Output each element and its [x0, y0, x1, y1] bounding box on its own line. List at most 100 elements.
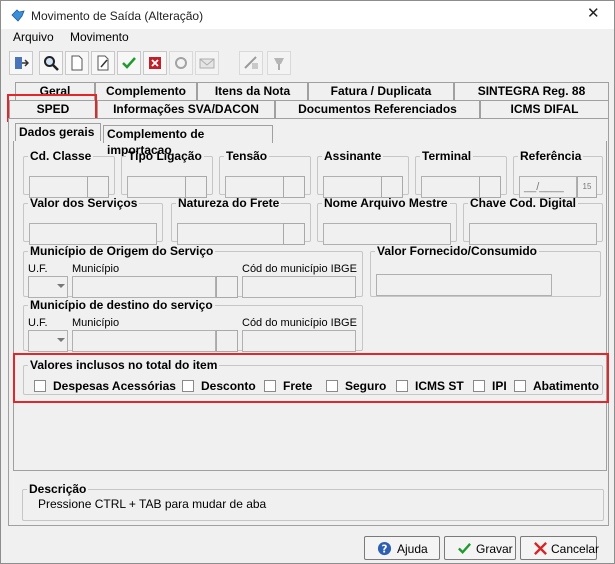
gravar-button[interactable]: Gravar: [444, 536, 516, 560]
email-button[interactable]: [195, 51, 219, 75]
confirm-button[interactable]: [117, 51, 141, 75]
label-assinante: Assinante: [324, 149, 382, 163]
group-municipio-destino: Município de destino do serviço U.F. Mun…: [23, 298, 363, 352]
tipo-ligacao-input[interactable]: [127, 176, 187, 198]
label-municipio-origem: Município de Origem do Serviço: [30, 244, 214, 258]
group-tipo-ligacao: Tipo Ligação: [121, 149, 213, 198]
uf-destino-select[interactable]: [28, 330, 68, 352]
search-icon: [44, 56, 59, 71]
assinante-input[interactable]: [323, 176, 383, 198]
pin-button[interactable]: [267, 51, 291, 75]
group-assinante: Assinante: [317, 149, 409, 198]
group-terminal: Terminal: [415, 149, 507, 198]
tipo-ligacao-lookup-button[interactable]: [185, 176, 207, 198]
chevron-down-icon: [57, 284, 65, 288]
svg-text:?: ?: [382, 543, 388, 555]
email-icon: [199, 58, 215, 69]
exit-icon: [15, 57, 29, 69]
tab-informacoes-sva[interactable]: Informações SVA/DACON: [97, 100, 275, 119]
refresh-icon: [175, 57, 187, 69]
edit-icon: [97, 55, 109, 71]
municipio-origem-input[interactable]: [72, 276, 216, 298]
label-valor-fornecido: Valor Fornecido/Consumido: [377, 244, 538, 258]
exit-button[interactable]: [9, 51, 33, 75]
label-cod-ibge-destino: Cód do município IBGE: [242, 317, 357, 329]
menu-movimento[interactable]: Movimento: [70, 30, 129, 44]
terminal-input[interactable]: [421, 176, 481, 198]
edit-button[interactable]: [91, 51, 115, 75]
window-title: Movimento de Saída (Alteração): [31, 9, 204, 23]
natureza-frete-lookup-button[interactable]: [283, 223, 305, 245]
delete-button[interactable]: [143, 51, 167, 75]
group-natureza-frete: Natureza do Frete: [171, 196, 311, 245]
group-chave-cod-digital: Chave Cod. Digital: [463, 196, 603, 245]
descricao-text: Pressione CTRL + TAB para mudar de aba: [38, 497, 267, 511]
label-nome-arquivo-mestre: Nome Arquivo Mestre: [324, 196, 448, 210]
group-valor-fornecido: Valor Fornecido/Consumido: [370, 245, 601, 297]
label-tensao: Tensão: [226, 149, 268, 163]
help-icon: ?: [377, 541, 392, 555]
new-button[interactable]: [65, 51, 89, 75]
tab-itens-da-nota[interactable]: Itens da Nota: [197, 82, 308, 101]
ajuda-button[interactable]: ? Ajuda: [364, 536, 440, 560]
label-terminal: Terminal: [422, 149, 472, 163]
cancel-icon: [534, 542, 547, 555]
group-nome-arquivo-mestre: Nome Arquivo Mestre: [317, 196, 457, 245]
referencia-calendar-button[interactable]: 15: [577, 176, 597, 198]
municipio-destino-lookup-button[interactable]: [216, 330, 238, 352]
calculator-button[interactable]: [239, 51, 263, 75]
calculator-icon: [244, 56, 258, 69]
label-municipio-destino-field: Município: [72, 317, 120, 329]
tab-documentos-referenciados[interactable]: Documentos Referenciados: [275, 100, 480, 119]
label-valor-servicos: Valor dos Serviços: [30, 196, 138, 210]
check-icon: [458, 543, 472, 554]
menu-arquivo[interactable]: Arquivo: [13, 30, 54, 44]
municipio-origem-lookup-button[interactable]: [216, 276, 238, 298]
tabs-row-1: Geral Complemento Itens da Nota Fatura /…: [15, 82, 611, 101]
label-municipio-origem-field: Município: [72, 263, 120, 275]
label-tipo-ligacao: Tipo Ligação: [128, 149, 202, 163]
uf-origem-select[interactable]: [28, 276, 68, 298]
municipio-destino-input[interactable]: [72, 330, 216, 352]
label-referencia: Referência: [520, 149, 582, 163]
tab-sintegra[interactable]: SINTEGRA Reg. 88: [454, 82, 609, 101]
tab-fatura-duplicata[interactable]: Fatura / Duplicata: [308, 82, 454, 101]
label-descricao: Descrição: [29, 482, 87, 496]
cd-classe-lookup-button[interactable]: [87, 176, 109, 198]
menu-bar: Arquivo Movimento: [1, 29, 614, 46]
tensao-input[interactable]: [225, 176, 285, 198]
assinante-lookup-button[interactable]: [381, 176, 403, 198]
label-natureza-frete: Natureza do Frete: [178, 196, 280, 210]
title-bar: Movimento de Saída (Alteração) ✕: [1, 1, 614, 29]
valor-servicos-input[interactable]: [29, 223, 157, 245]
refresh-button[interactable]: [169, 51, 193, 75]
cancelar-button[interactable]: Cancelar: [520, 536, 599, 560]
cd-classe-input[interactable]: [29, 176, 89, 198]
label-municipio-destino: Município de destino do serviço: [30, 298, 213, 312]
label-uf-origem: U.F.: [28, 263, 48, 275]
cod-ibge-destino-input[interactable]: [242, 330, 356, 352]
natureza-frete-input[interactable]: [177, 223, 285, 245]
subtab-dados-gerais[interactable]: Dados gerais: [15, 123, 101, 141]
window: Movimento de Saída (Alteração) ✕ Arquivo…: [0, 0, 615, 564]
chave-cod-digital-input[interactable]: [469, 223, 597, 245]
group-cd-classe: Cd. Classe: [23, 149, 115, 198]
label-chave-cod-digital: Chave Cod. Digital: [470, 196, 577, 210]
nome-arquivo-mestre-input[interactable]: [323, 223, 451, 245]
group-valor-servicos: Valor dos Serviços: [23, 196, 163, 245]
valores-inclusos-highlight: [13, 353, 609, 403]
new-document-icon: [71, 55, 83, 71]
toolbar: [5, 49, 610, 79]
tab-icms-difal[interactable]: ICMS DIFAL: [480, 100, 609, 119]
close-icon[interactable]: ✕: [587, 6, 600, 22]
valor-fornecido-input[interactable]: [376, 274, 552, 296]
tensao-lookup-button[interactable]: [283, 176, 305, 198]
group-municipio-origem: Município de Origem do Serviço U.F. Muni…: [23, 244, 363, 298]
delete-icon: [149, 57, 161, 69]
search-button[interactable]: [39, 51, 63, 75]
label-cd-classe: Cd. Classe: [30, 149, 92, 163]
tab-complemento[interactable]: Complemento: [95, 82, 197, 101]
cod-ibge-origem-input[interactable]: [242, 276, 356, 298]
terminal-lookup-button[interactable]: [479, 176, 501, 198]
referencia-input[interactable]: __/____: [519, 176, 577, 198]
